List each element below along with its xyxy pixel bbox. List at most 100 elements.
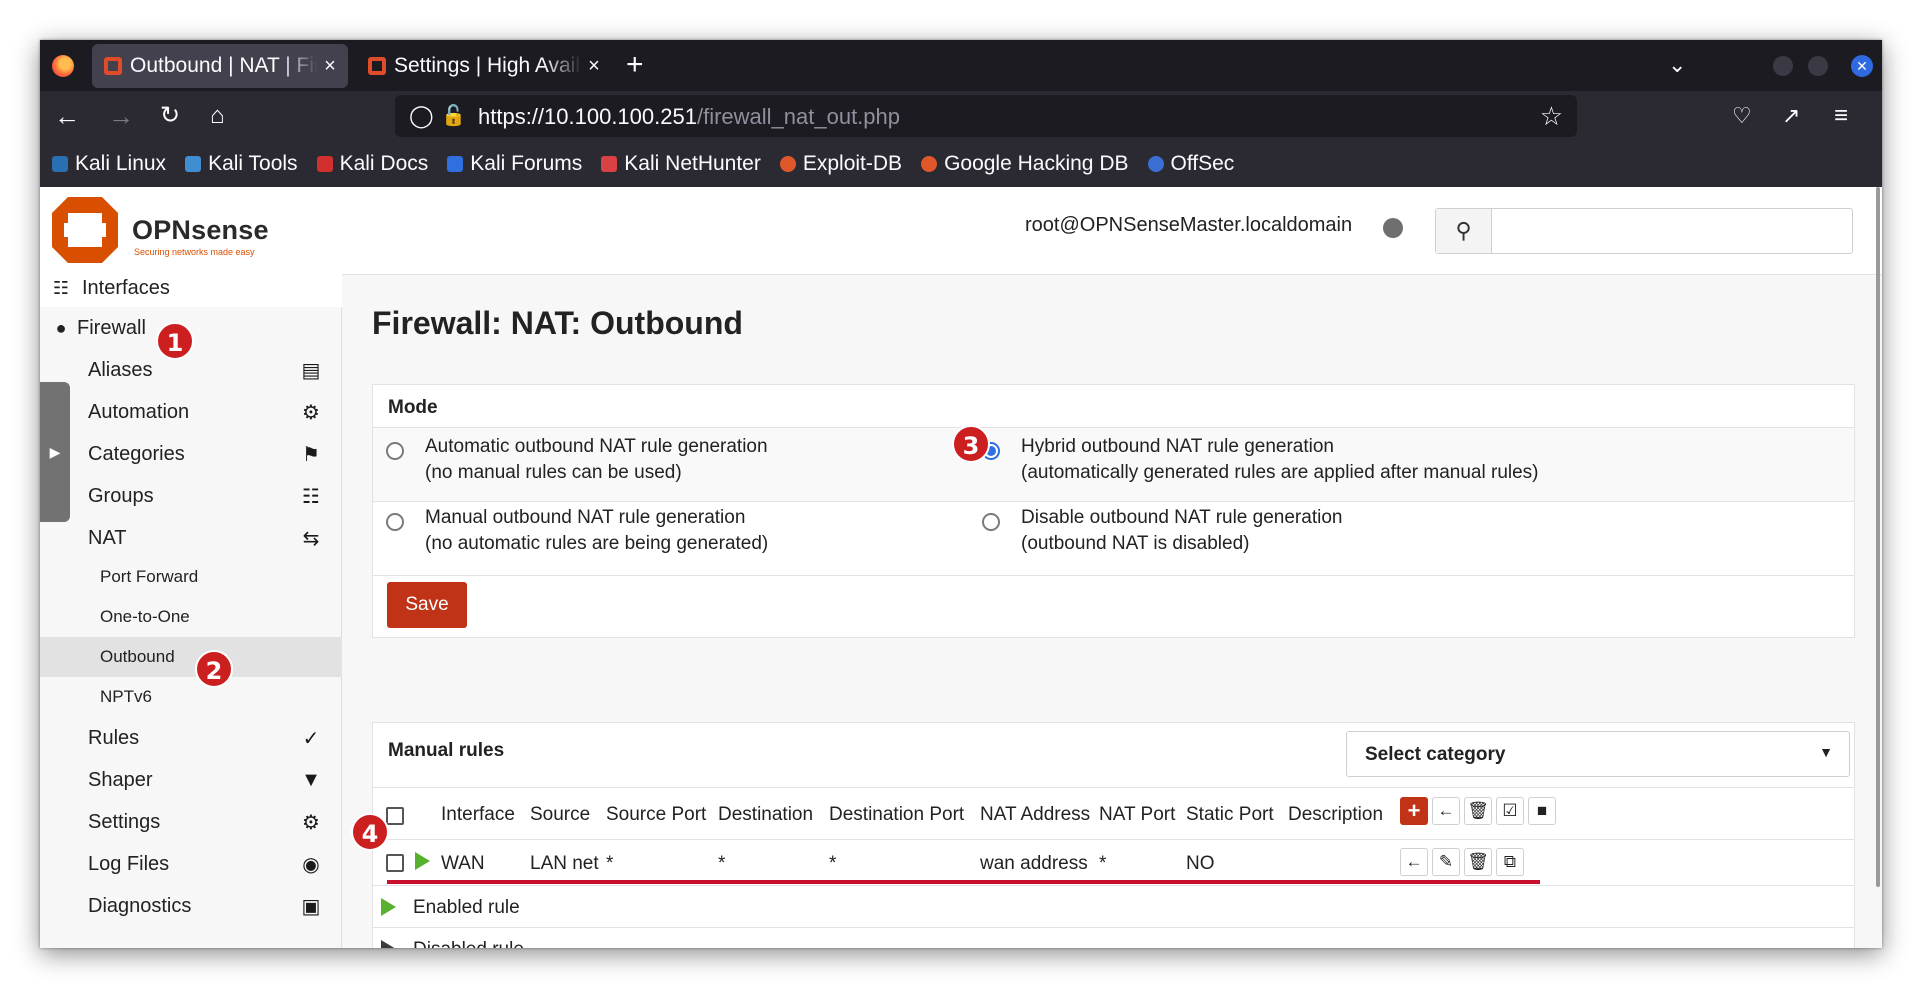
page-scrollbar[interactable] [1876, 187, 1880, 887]
move-selected-button[interactable]: ← [1432, 797, 1460, 825]
clone-copy-icon[interactable]: ⧉ [1496, 848, 1524, 876]
hamburger-menu-icon[interactable]: ≡ [1834, 101, 1848, 131]
column-header-source[interactable]: Source [530, 804, 590, 826]
column-header-interface[interactable]: Interface [441, 804, 515, 826]
close-tab-icon[interactable]: × [318, 55, 342, 78]
save-button[interactable]: Save [387, 582, 467, 628]
category-select-label: Select category [1365, 744, 1506, 765]
disable-selected-button[interactable]: ■ [1528, 797, 1556, 825]
url-bar[interactable]: ◯ 🔓 https://10.100.100.251/firewall_nat_… [395, 95, 1577, 137]
column-header-nat-address[interactable]: NAT Address [980, 804, 1090, 826]
annotation-badge-1: 1 [156, 322, 194, 360]
logged-in-user[interactable]: root@OPNSenseMaster.localdomain [1025, 214, 1352, 237]
minimize-button[interactable] [1773, 56, 1793, 76]
reload-icon[interactable]: ↻ [160, 101, 180, 131]
url-host: https://10.100.100.251 [478, 104, 697, 129]
bookmark-google-hacking-db[interactable]: Google Hacking DB [921, 152, 1129, 176]
sitemap-icon: ☷ [52, 277, 70, 298]
sidebar-item-interfaces[interactable]: ☷ Interfaces [40, 269, 342, 307]
sidebar-item-aliases[interactable]: Aliases ▤ [40, 349, 342, 391]
url-text[interactable]: https://10.100.100.251/firewall_nat_out.… [478, 104, 900, 130]
ghdb-icon [921, 156, 938, 172]
table-row[interactable]: WAN LAN net * * * wan address * NO ← ✎ 🗑… [373, 839, 1854, 885]
list-all-tabs-chevron-icon[interactable]: ⌄ [1668, 52, 1686, 78]
sidebar-item-label: Interfaces [82, 276, 170, 299]
search-icon[interactable]: ⚲ [1436, 209, 1492, 253]
bookmark-kali-docs[interactable]: Kali Docs [316, 152, 428, 176]
sidebar-item-outbound[interactable]: Outbound [40, 637, 342, 677]
tab-high-availability[interactable]: Settings | High Availability × [356, 44, 612, 88]
option-manual[interactable]: Manual outbound NAT rule generation (no … [425, 505, 768, 557]
sidebar-item-diagnostics[interactable]: Diagnostics ▣ [40, 885, 342, 927]
enable-selected-button[interactable]: ☑ [1496, 797, 1524, 825]
sidebar-item-shaper[interactable]: Shaper ▼ [40, 759, 342, 801]
column-header-nat-port[interactable]: NAT Port [1099, 804, 1175, 826]
insecure-lock-icon[interactable]: 🔓 [441, 103, 466, 128]
sidebar-item-label: Outbound [100, 647, 175, 666]
sidebar-item-nat[interactable]: NAT ⇆ [40, 517, 342, 559]
bookmark-exploit-db[interactable]: Exploit-DB [779, 152, 902, 176]
sitemap-icon: ☷ [302, 485, 320, 508]
column-header-description[interactable]: Description [1288, 804, 1383, 826]
delete-trash-icon[interactable]: 🗑 [1464, 848, 1492, 876]
opnsense-logo-icon[interactable] [50, 195, 120, 265]
sidebar-item-groups[interactable]: Groups ☷ [40, 475, 342, 517]
radio-disable[interactable] [982, 513, 1000, 531]
sidebar-item-rules[interactable]: Rules ✓ [40, 717, 342, 759]
home-icon[interactable]: ⌂ [210, 101, 225, 131]
select-all-checkbox[interactable] [386, 807, 404, 825]
radio-automatic[interactable] [386, 442, 404, 460]
column-header-static-port[interactable]: Static Port [1186, 804, 1274, 826]
page-header: OPNsense Securing networks made easy roo… [40, 187, 1882, 275]
bookmark-kali-forums[interactable]: Kali Forums [447, 152, 582, 176]
window-close-icon[interactable]: ✕ [1851, 55, 1873, 77]
enabled-rule-play-icon[interactable] [415, 852, 430, 870]
share-icon[interactable]: ↗ [1782, 101, 1800, 131]
delete-selected-button[interactable]: 🗑 [1464, 797, 1492, 825]
sidebar-item-log-files[interactable]: Log Files ◉ [40, 843, 342, 885]
sidebar-item-categories[interactable]: Categories ⚑ [40, 433, 342, 475]
annotation-badge-3: 3 [952, 425, 990, 463]
manual-rules-heading: Manual rules [388, 740, 505, 761]
kali-tools-icon [185, 156, 202, 172]
option-description: (automatically generated rules are appli… [1021, 462, 1539, 483]
bookmark-kali-linux[interactable]: Kali Linux [52, 152, 166, 176]
sidebar-collapse-toggle[interactable]: ▶ [40, 382, 70, 522]
mode-save-row [373, 575, 1854, 639]
firefox-menu-icon[interactable] [52, 55, 74, 77]
sidebar-item-nptv6[interactable]: NPTv6 [40, 677, 342, 717]
sidebar-item-port-forward[interactable]: Port Forward [40, 557, 342, 597]
sidebar-item-one-to-one[interactable]: One-to-One [40, 597, 342, 637]
add-rule-button[interactable]: + [1400, 797, 1428, 825]
filter-icon: ▼ [301, 768, 321, 791]
tracking-shield-icon[interactable]: ◯ [409, 103, 434, 129]
sidebar-item-automation[interactable]: Automation ⚙ [40, 391, 342, 433]
move-rule-button[interactable]: ← [1400, 848, 1428, 876]
back-arrow-icon[interactable]: ← [54, 101, 80, 131]
forward-arrow-icon[interactable]: → [108, 101, 134, 131]
bookmark-offsec[interactable]: OffSec [1147, 152, 1234, 176]
column-header-destination[interactable]: Destination [718, 804, 813, 826]
option-hybrid[interactable]: Hybrid outbound NAT rule generation (aut… [1021, 434, 1539, 486]
new-tab-button[interactable]: + [626, 50, 644, 80]
browser-window: Outbound | NAT | Firewall × Settings | H… [40, 40, 1882, 948]
column-header-destination-port[interactable]: Destination Port [829, 804, 964, 826]
kali-forums-icon [447, 156, 464, 172]
tab-outbound-nat[interactable]: Outbound | NAT | Firewall × [92, 44, 348, 88]
pocket-icon[interactable]: ♡ [1732, 101, 1752, 131]
bookmark-kali-nethunter[interactable]: Kali NetHunter [601, 152, 761, 176]
option-disable[interactable]: Disable outbound NAT rule generation (ou… [1021, 505, 1342, 557]
radio-manual[interactable] [386, 513, 404, 531]
category-select[interactable]: Select category ▼ [1346, 731, 1850, 777]
status-indicator-dot[interactable] [1383, 218, 1403, 238]
bookmark-star-icon[interactable]: ☆ [1540, 101, 1563, 132]
maximize-button[interactable] [1808, 56, 1828, 76]
option-automatic[interactable]: Automatic outbound NAT rule generation (… [425, 434, 768, 486]
column-header-source-port[interactable]: Source Port [606, 804, 706, 826]
bookmark-kali-tools[interactable]: Kali Tools [185, 152, 298, 176]
mode-panel: Mode Automatic outbound NAT rule generat… [372, 384, 1855, 638]
close-tab-icon[interactable]: × [582, 55, 606, 78]
sidebar-item-settings[interactable]: Settings ⚙ [40, 801, 342, 843]
edit-pencil-icon[interactable]: ✎ [1432, 848, 1460, 876]
row-checkbox[interactable] [386, 854, 404, 872]
